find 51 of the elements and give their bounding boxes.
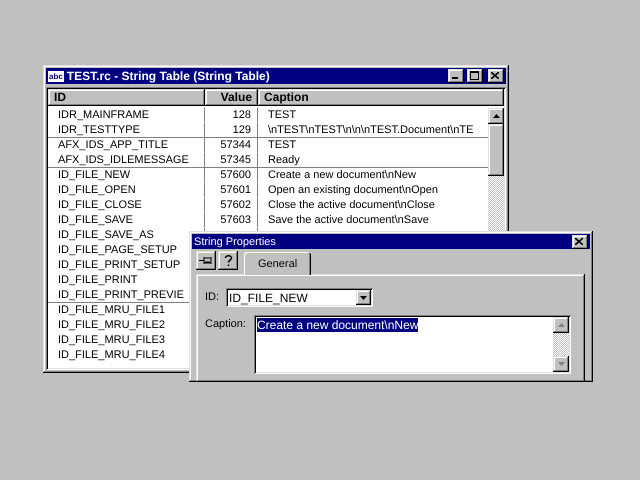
down-arrow-icon [558,362,564,366]
table-cell: ID_FILE_NEW [48,167,205,182]
table-cell: ID_FILE_CLOSE [48,197,205,212]
table-cell: IDR_MAINFRAME [48,107,205,122]
scroll-up-button[interactable] [488,108,504,124]
table-cell: 129 [205,122,258,137]
close-icon [575,238,583,244]
table-cell: ID_FILE_OPEN [48,182,205,197]
up-arrow-icon [492,114,500,118]
table-cell: 57600 [205,167,258,182]
caption-field[interactable]: Create a new document\nNew [254,315,571,374]
table-cell: \nTEST\nTEST\n\n\nTEST.Document\nTE [258,122,488,137]
table-cell: AFX_IDS_APP_TITLE [48,137,205,152]
field-label: Caption: [205,317,247,332]
table-cell: 57602 [205,197,258,212]
close-button[interactable] [572,234,588,248]
table-cell: 57345 [205,152,258,167]
table-cell: IDR_TESTTYPE [48,122,205,137]
help-button[interactable] [218,251,238,270]
column-header[interactable]: ID [48,89,205,106]
pin-button[interactable] [196,251,216,270]
column-header[interactable]: Caption [258,89,504,106]
tab[interactable]: General [244,252,312,275]
window-title: TEST.rc - String Table (String Table) [66,69,271,83]
app-icon: abc [48,70,64,82]
table-cell: 57601 [205,182,258,197]
table-cell: 128 [205,107,258,122]
table-cell: ID_FILE_SAVE [48,212,205,227]
id-dropdown[interactable]: ID_FILE_NEW [226,288,373,307]
column-header[interactable]: Value [205,89,258,106]
table-cell: TEST [258,137,488,152]
table-cell: Create a new document\nNew [258,167,488,182]
table-cell: Save the active document\nSave [258,212,488,227]
field-label: ID: [205,290,220,305]
table-cell: Ready [258,152,488,167]
up-arrow-icon [558,323,564,327]
table-cell: 57603 [205,212,258,227]
table-cell: 57344 [205,137,258,152]
scrollbar[interactable] [553,317,569,372]
table-cell: AFX_IDS_IDLEMESSAGE [48,152,205,167]
close-button[interactable] [488,69,504,83]
table-cell: TEST [258,107,488,122]
minimize-button[interactable] [448,69,464,83]
table-cell: Close the active document\nClose [258,197,488,212]
maximize-button[interactable] [467,69,483,83]
down-arrow-icon [360,296,367,300]
table-cell: Open an existing document\nOpen [258,182,488,197]
scroll-thumb[interactable] [488,124,504,176]
close-icon [491,72,499,79]
pin-icon [199,256,213,265]
question-mark-icon [224,254,232,267]
